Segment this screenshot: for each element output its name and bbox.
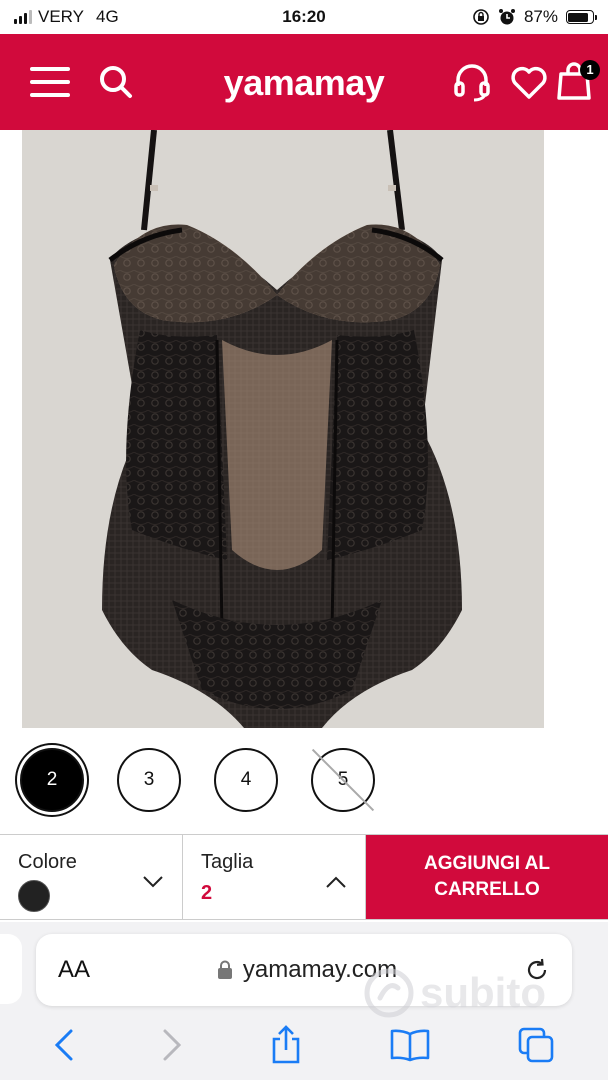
- size-option-2[interactable]: 2: [20, 748, 84, 812]
- orientation-lock-icon: [473, 9, 489, 25]
- alarm-icon: [498, 9, 515, 25]
- add-to-cart-button[interactable]: AGGIUNGI AL CARRELLO: [366, 835, 608, 919]
- size-option-4[interactable]: 4: [214, 748, 278, 812]
- tabs-icon[interactable]: [517, 1026, 555, 1064]
- status-left: VERY 4G: [14, 7, 207, 27]
- network-type: 4G: [96, 7, 119, 26]
- watermark-text: subito: [420, 969, 546, 1016]
- size-option-label: 3: [143, 769, 155, 790]
- lace-bodysuit-illustration: [22, 130, 544, 728]
- forward-icon[interactable]: [161, 1028, 183, 1062]
- product-image[interactable]: [22, 130, 544, 728]
- subito-logo-icon: [364, 968, 414, 1018]
- cart-button[interactable]: 1: [556, 50, 600, 106]
- size-option-3[interactable]: 3: [117, 748, 181, 812]
- size-options: 2 3 4 5: [20, 748, 375, 812]
- status-bar: VERY 4G 16:20 87%: [0, 0, 608, 34]
- status-right: 87%: [401, 7, 597, 27]
- chevron-up-icon: [326, 876, 346, 888]
- browser-toolbar: [0, 1020, 608, 1070]
- size-option-label: 2: [46, 769, 58, 790]
- color-dropdown[interactable]: Colore: [0, 835, 183, 919]
- chevron-down-icon: [143, 876, 163, 888]
- purchase-bar: Colore Taglia 2 AGGIUNGI AL CARRELLO: [0, 834, 608, 920]
- size-label: Taglia: [201, 851, 254, 873]
- site-header: yamamay 1: [0, 34, 608, 130]
- size-dropdown[interactable]: Taglia 2: [183, 835, 366, 919]
- size-option-label: 5: [337, 769, 349, 790]
- color-label: Colore: [18, 851, 77, 873]
- customer-service-icon[interactable]: [452, 62, 492, 102]
- previous-tab-peek[interactable]: [0, 934, 22, 1004]
- battery-percent: 87%: [523, 7, 558, 26]
- lock-icon: [217, 960, 232, 979]
- reader-settings-button[interactable]: AA: [58, 956, 90, 984]
- size-option-5[interactable]: 5: [311, 748, 375, 812]
- signal-icon: [14, 10, 32, 24]
- clock: 16:20: [282, 7, 326, 26]
- bookmarks-icon[interactable]: [389, 1028, 431, 1062]
- cart-count-badge: 1: [580, 60, 600, 80]
- wishlist-heart-icon[interactable]: [510, 64, 548, 100]
- share-icon[interactable]: [269, 1025, 303, 1065]
- subito-watermark: subito: [364, 968, 546, 1018]
- battery-icon: [565, 10, 597, 24]
- color-swatch: [18, 880, 50, 912]
- back-icon[interactable]: [53, 1028, 75, 1062]
- carrier-name: VERY: [38, 7, 84, 26]
- size-option-label: 4: [240, 769, 252, 790]
